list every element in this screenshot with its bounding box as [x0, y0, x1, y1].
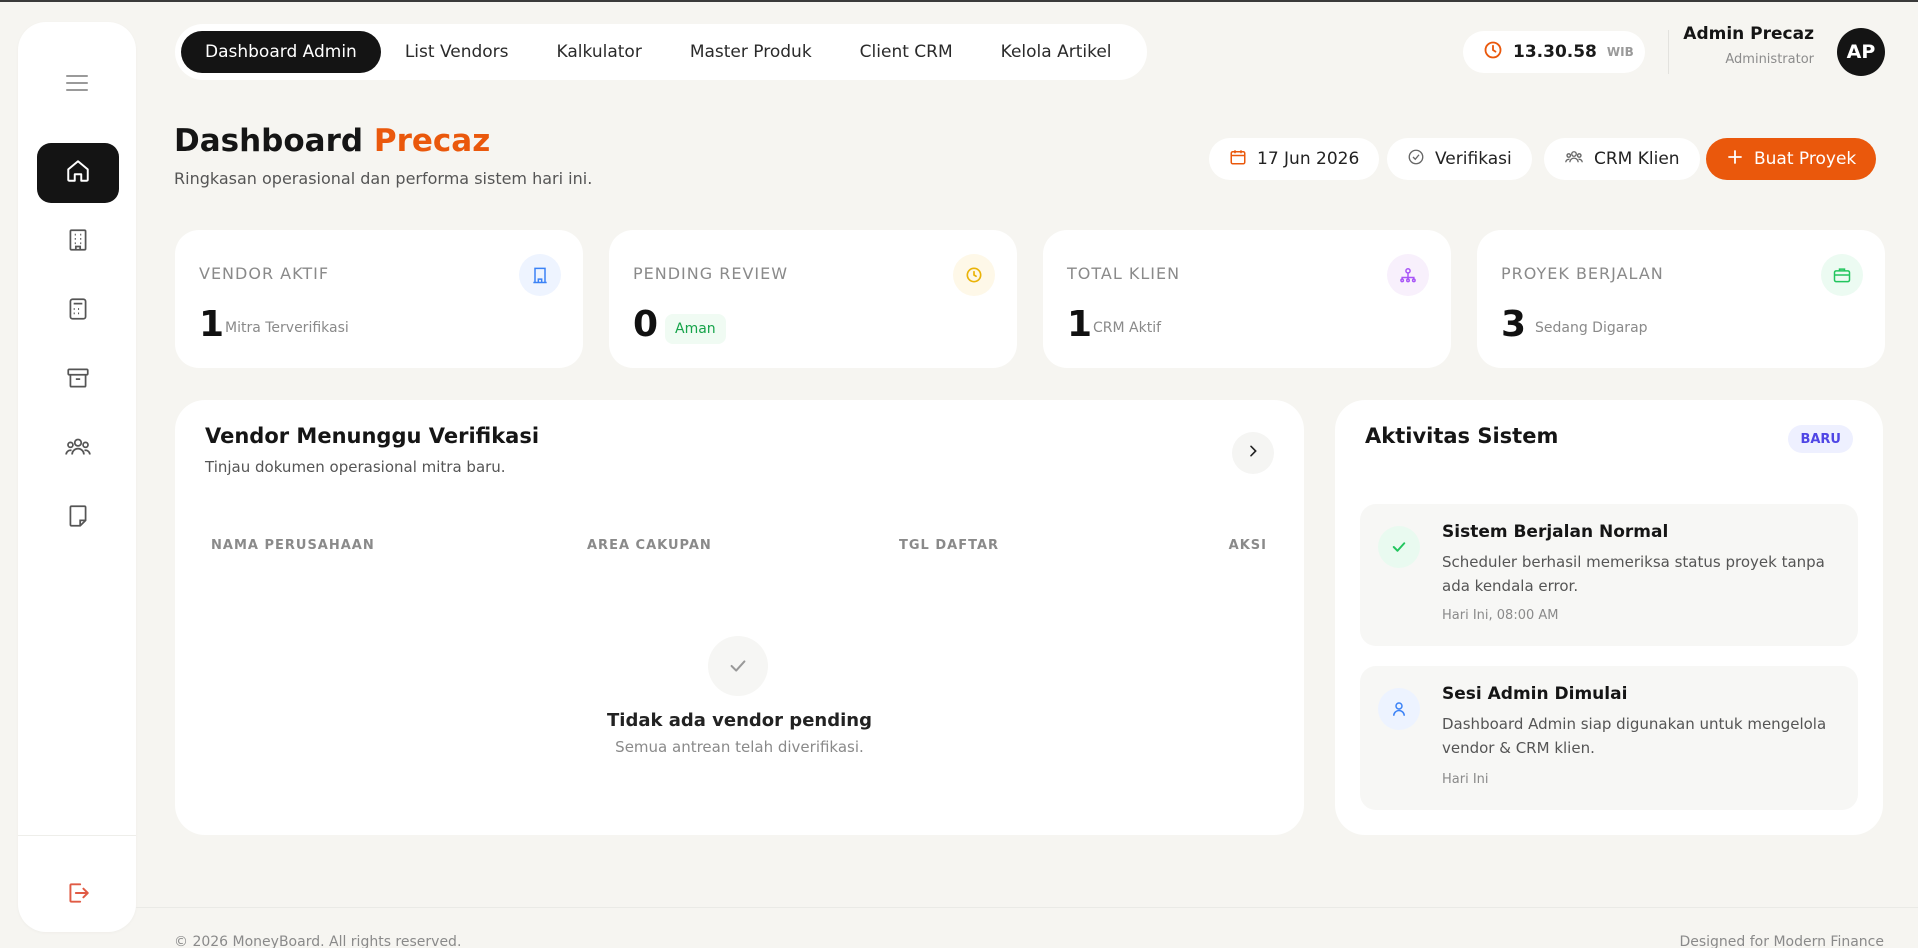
home-icon	[65, 158, 91, 188]
panel-title: Aktivitas Sistem	[1365, 424, 1559, 448]
sidebar	[18, 22, 136, 932]
sidebar-item-articles[interactable]	[37, 488, 119, 548]
stat-card-total-klien: TOTAL KLIEN 1 CRM Aktif	[1043, 230, 1451, 368]
empty-state-subtitle: Semua antrean telah diverifikasi.	[615, 738, 864, 756]
activity-title: Sistem Berjalan Normal	[1442, 522, 1669, 542]
clock-icon	[953, 254, 995, 296]
logout-icon	[65, 880, 91, 910]
calendar-icon	[1229, 148, 1247, 171]
clock-zone: WIB	[1606, 45, 1634, 59]
sidebar-item-clients[interactable]	[37, 419, 119, 479]
activity-time: Hari Ini, 08:00 AM	[1442, 608, 1559, 623]
stat-card-proyek-berjalan: PROYEK BERJALAN 3 Sedang Digarap	[1477, 230, 1885, 368]
empty-state-title: Tidak ada vendor pending	[607, 710, 872, 731]
sidebar-item-calculator[interactable]	[37, 281, 119, 341]
stat-value: 0	[633, 304, 659, 345]
users-icon	[1564, 148, 1584, 171]
avatar[interactable]: AP	[1837, 28, 1885, 76]
chevron-right-icon	[1245, 443, 1261, 463]
page-subtitle: Ringkasan operasional dan performa siste…	[174, 169, 593, 188]
check-icon	[708, 636, 768, 696]
building-icon	[65, 227, 91, 257]
page-title-accent: Precaz	[373, 123, 491, 159]
menu-icon[interactable]	[64, 70, 90, 96]
stat-label: PENDING REVIEW	[633, 264, 789, 283]
user-icon	[1378, 688, 1420, 730]
verify-label: Verifikasi	[1435, 149, 1512, 169]
view-all-button[interactable]	[1232, 432, 1274, 474]
top-navigation: Dashboard Admin List Vendors Kalkulator …	[175, 24, 1147, 80]
footer-tagline: Designed for Modern Finance	[1679, 934, 1884, 948]
logout-button[interactable]	[37, 870, 119, 920]
panel-title: Vendor Menunggu Verifikasi	[205, 424, 540, 448]
page-title: Dashboard Precaz	[174, 123, 490, 159]
create-project-label: Buat Proyek	[1754, 149, 1857, 169]
activity-description: Dashboard Admin siap digunakan untuk men…	[1442, 715, 1827, 757]
stat-value: 3	[1501, 304, 1527, 345]
stat-card-vendor-aktif: VENDOR AKTIF 1 Mitra Terverifikasi	[175, 230, 583, 368]
sidebar-item-dashboard[interactable]	[37, 143, 119, 203]
user-name: Admin Precaz	[1683, 24, 1814, 44]
date-button[interactable]: 17 Jun 2026	[1209, 138, 1380, 180]
page-title-main: Dashboard	[174, 123, 374, 159]
network-icon	[1387, 254, 1429, 296]
activity-item: Sesi Admin Dimulai Dashboard Admin siap …	[1360, 666, 1858, 810]
panel-subtitle: Tinjau dokumen operasional mitra baru.	[205, 458, 506, 476]
vendor-verification-panel: Vendor Menunggu Verifikasi Tinjau dokume…	[175, 400, 1304, 835]
sidebar-item-products[interactable]	[37, 350, 119, 410]
tab-client-crm[interactable]: Client CRM	[836, 31, 977, 73]
crm-button[interactable]: CRM Klien	[1544, 138, 1700, 180]
verify-button[interactable]: Verifikasi	[1387, 138, 1532, 180]
tab-dashboard-admin[interactable]: Dashboard Admin	[181, 31, 381, 73]
clock-icon	[1483, 40, 1503, 64]
briefcase-icon	[1821, 254, 1863, 296]
stat-label: TOTAL KLIEN	[1067, 264, 1181, 283]
stat-card-pending-review: PENDING REVIEW 0 Aman	[609, 230, 1017, 368]
system-activity-panel: Aktivitas Sistem BARU Sistem Berjalan No…	[1335, 400, 1883, 835]
activity-item: Sistem Berjalan Normal Scheduler berhasi…	[1360, 504, 1858, 646]
clock-time: 13.30.58	[1513, 42, 1597, 62]
column-header: AKSI	[1228, 538, 1267, 553]
user-role: Administrator	[1725, 52, 1814, 67]
calculator-icon	[65, 296, 91, 326]
check-circle-icon	[1407, 148, 1425, 171]
sidebar-divider	[18, 835, 136, 836]
stat-value: 1	[199, 304, 225, 345]
column-header: TGL DAFTAR	[899, 538, 1000, 553]
stat-sub: CRM Aktif	[1093, 320, 1162, 336]
clock-widget: 13.30.58 WIB	[1463, 31, 1645, 73]
new-badge: BARU	[1788, 425, 1853, 453]
plus-icon	[1726, 148, 1744, 171]
tab-list-vendors[interactable]: List Vendors	[381, 31, 533, 73]
stat-sub: Mitra Terverifikasi	[225, 320, 349, 336]
users-icon	[64, 434, 92, 464]
tab-kalkulator[interactable]: Kalkulator	[533, 31, 666, 73]
footer-divider	[136, 907, 1918, 908]
date-label: 17 Jun 2026	[1257, 149, 1360, 169]
header-divider	[1668, 30, 1669, 74]
activity-time: Hari Ini	[1442, 772, 1489, 787]
sidebar-item-vendors[interactable]	[37, 212, 119, 272]
stat-value: 1	[1067, 304, 1093, 345]
tab-master-produk[interactable]: Master Produk	[666, 31, 836, 73]
create-project-button[interactable]: Buat Proyek	[1706, 138, 1877, 180]
tab-kelola-artikel[interactable]: Kelola Artikel	[977, 31, 1136, 73]
check-icon	[1378, 526, 1420, 568]
stat-label: VENDOR AKTIF	[199, 264, 330, 283]
column-header: AREA CAKUPAN	[587, 538, 712, 553]
column-header: NAMA PERUSAHAAN	[211, 538, 375, 553]
building-icon	[519, 254, 561, 296]
archive-icon	[65, 365, 91, 395]
status-badge: Aman	[665, 314, 726, 344]
activity-description: Scheduler berhasil memeriksa status proy…	[1442, 553, 1825, 595]
activity-title: Sesi Admin Dimulai	[1442, 684, 1628, 704]
document-icon	[65, 503, 91, 533]
stat-label: PROYEK BERJALAN	[1501, 264, 1664, 283]
footer-copyright: © 2026 MoneyBoard. All rights reserved.	[174, 934, 462, 948]
crm-label: CRM Klien	[1594, 149, 1680, 169]
stat-sub: Sedang Digarap	[1535, 320, 1648, 336]
